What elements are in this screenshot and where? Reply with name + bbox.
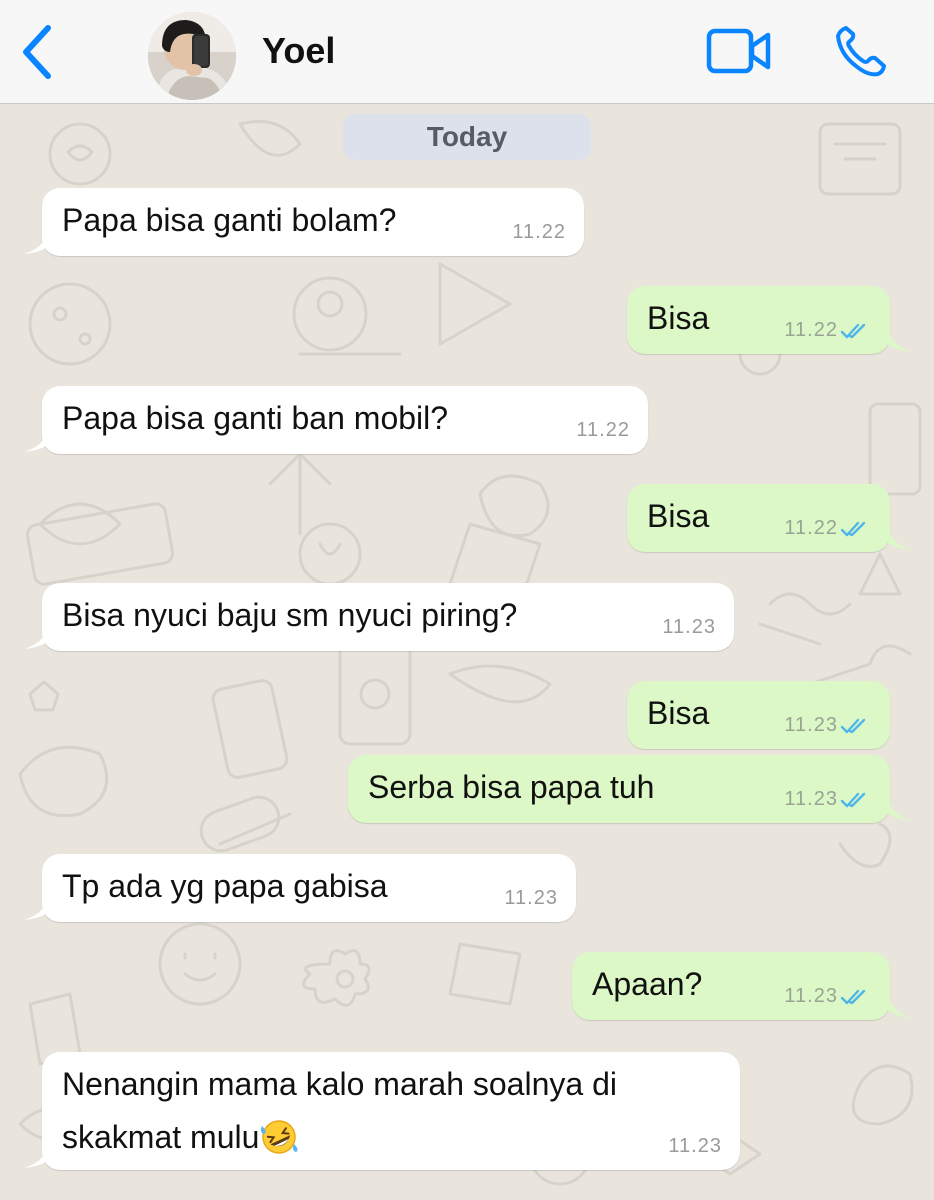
bubble-tail: [24, 627, 48, 649]
double-check-icon: [840, 521, 866, 537]
message-bubble-incoming[interactable]: Tp ada yg papa gabisa 11.23: [42, 854, 576, 922]
message-bubble-outgoing[interactable]: Bisa 11.23: [627, 681, 890, 749]
chat-area[interactable]: Today Papa bisa ganti bolam? 11.22 Bisa …: [0, 104, 934, 1200]
bubble-tail: [24, 1146, 48, 1168]
bubble-tail: [24, 232, 48, 254]
message-text: Tp ada yg papa gabisa: [62, 868, 388, 904]
message-text: skakmat mulu: [62, 1119, 260, 1155]
message-time: 11.22: [512, 221, 566, 243]
video-camera-icon: [706, 28, 771, 74]
message-text: Apaan?: [592, 966, 703, 1002]
message-text: Bisa: [647, 300, 710, 336]
message-text: Bisa: [647, 498, 710, 534]
message-bubble-outgoing[interactable]: Bisa 11.22: [627, 286, 890, 354]
avatar-photo: [148, 12, 236, 100]
message-bubble-incoming[interactable]: Papa bisa ganti bolam? 11.22: [42, 188, 584, 256]
message-bubble-incoming[interactable]: Nenangin mama kalo marah soalnya di skak…: [42, 1052, 740, 1170]
message-bubble-outgoing[interactable]: Serba bisa papa tuh 11.23: [348, 755, 890, 823]
back-button[interactable]: [18, 24, 58, 80]
message-time: 11.22: [784, 319, 838, 341]
message-bubble-incoming[interactable]: Papa bisa ganti ban mobil? 11.22: [42, 386, 648, 454]
video-call-button[interactable]: [706, 28, 772, 74]
double-check-icon: [840, 792, 866, 808]
message-bubble-outgoing[interactable]: Apaan? 11.23: [572, 952, 890, 1020]
message-time: 11.23: [662, 616, 716, 638]
message-time: 11.23: [668, 1135, 722, 1157]
message-text: Serba bisa papa tuh: [368, 769, 655, 805]
message-time: 11.22: [576, 419, 630, 441]
message-time: 11.23: [784, 714, 838, 736]
bubble-tail: [24, 430, 48, 452]
message-text-line-2: skakmat mulu: [62, 1118, 299, 1156]
message-text-line-1: Nenangin mama kalo marah soalnya di: [62, 1066, 617, 1102]
bubble-tail: [888, 330, 912, 352]
bubble-tail: [888, 996, 912, 1018]
message-bubble-incoming[interactable]: Bisa nyuci baju sm nyuci piring? 11.23: [42, 583, 734, 651]
bubble-tail: [888, 528, 912, 550]
chevron-left-icon: [23, 25, 51, 79]
message-text: Papa bisa ganti ban mobil?: [62, 400, 449, 436]
rofl-emoji-icon: [261, 1120, 298, 1154]
message-text: Bisa nyuci baju sm nyuci piring?: [62, 597, 518, 633]
message-time: 11.23: [504, 887, 558, 909]
chat-wallpaper: [18, 120, 922, 1186]
message-time: 11.23: [784, 788, 838, 810]
message-text: Bisa: [647, 695, 710, 731]
bubble-tail: [24, 898, 48, 920]
avatar[interactable]: [148, 12, 236, 100]
contact-name[interactable]: Yoel: [262, 30, 335, 72]
double-check-icon: [840, 323, 866, 339]
message-text: Papa bisa ganti bolam?: [62, 202, 397, 238]
voice-call-button[interactable]: [834, 24, 886, 78]
double-check-icon: [840, 718, 866, 734]
message-time: 11.22: [784, 517, 838, 539]
double-check-icon: [840, 989, 866, 1005]
message-bubble-outgoing[interactable]: Bisa 11.22: [627, 484, 890, 552]
bubble-tail: [888, 799, 912, 821]
phone-icon: [836, 26, 886, 77]
date-separator: Today: [343, 114, 591, 160]
chat-header: Yoel: [0, 0, 934, 104]
message-time: 11.23: [784, 985, 838, 1007]
